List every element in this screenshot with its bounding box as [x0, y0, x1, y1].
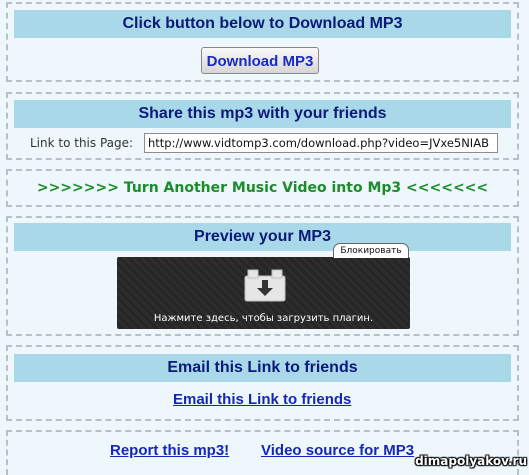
link-to-page-label: Link to this Page: — [30, 136, 134, 150]
preview-header: Preview your MP3 — [14, 223, 511, 251]
share-header: Share this mp3 with your friends — [14, 100, 511, 128]
email-link[interactable]: Email this Link to friends — [173, 391, 351, 408]
block-plugin-button[interactable]: Блокировать — [333, 243, 409, 258]
plugin-message: Нажмите здесь, чтобы загрузить плагин. — [153, 313, 374, 324]
video-source-link[interactable]: Video source for MP3 — [261, 442, 414, 459]
turn-another-video-link[interactable]: >>>>>>> Turn Another Music Video into Mp… — [6, 180, 519, 196]
email-header: Email this Link to friends — [14, 354, 511, 382]
page-link-field[interactable] — [144, 133, 498, 153]
report-mp3-link[interactable]: Report this mp3! — [110, 442, 229, 459]
download-header: Click button below to Download MP3 — [14, 10, 511, 38]
download-plugin-icon — [244, 268, 286, 302]
watermark: dimapolyakov.ru — [415, 454, 527, 468]
download-mp3-button[interactable]: Download MP3 — [201, 47, 319, 74]
